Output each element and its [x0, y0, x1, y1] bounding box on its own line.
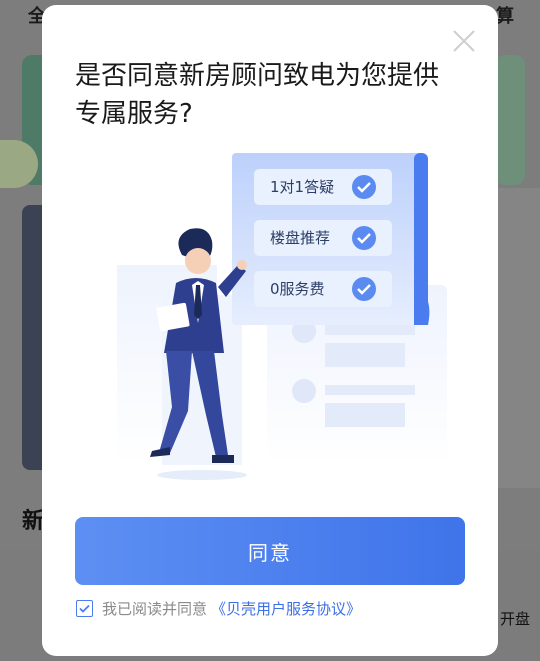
consent-dialog: 是否同意新房顾问致电为您提供专属服务? 1对1答疑 楼盘推荐 0服务费 同意 我…	[42, 5, 498, 656]
check-icon	[352, 277, 376, 301]
check-icon	[352, 226, 376, 250]
background-section-title: 新	[22, 509, 45, 534]
benefit-label: 楼盘推荐	[270, 229, 330, 247]
benefit-label: 1对1答疑	[270, 178, 334, 196]
background-card	[495, 55, 525, 185]
agreement-text: 我已阅读并同意	[102, 599, 208, 618]
advisor-illustration: 1对1答疑 楼盘推荐 0服务费	[117, 153, 447, 480]
agreement-link[interactable]: 《贝壳用户服务协议》	[211, 598, 361, 619]
benefit-label: 0服务费	[270, 280, 325, 298]
check-icon	[352, 175, 376, 199]
checkbox-icon[interactable]	[76, 599, 93, 617]
background-top-right-text: 算	[496, 6, 514, 27]
check-icon	[79, 604, 90, 613]
agree-button[interactable]: 同意	[75, 517, 465, 585]
dialog-title: 是否同意新房顾问致电为您提供专属服务?	[75, 61, 440, 129]
close-icon[interactable]	[450, 27, 478, 55]
agreement-row: 我已阅读并同意 《贝壳用户服务协议》	[76, 597, 361, 619]
background-side-text: 开盘	[500, 610, 531, 628]
